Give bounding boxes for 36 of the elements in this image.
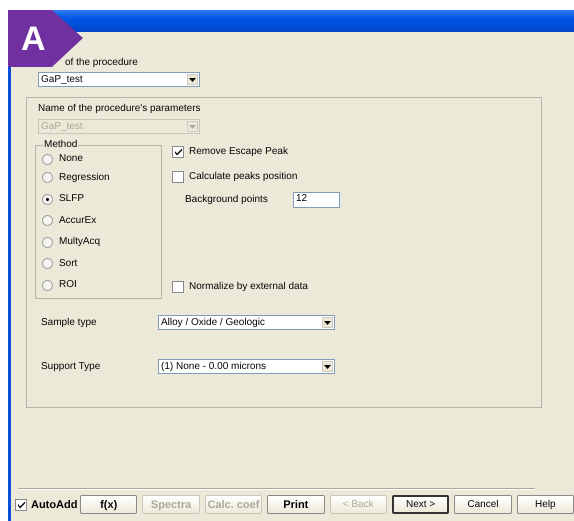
radio-label: AccurEx xyxy=(59,214,96,227)
checkbox[interactable] xyxy=(15,498,27,510)
sample-type-dropdown[interactable]: Alloy / Oxide / Geologic xyxy=(158,315,335,330)
radio-button[interactable] xyxy=(42,236,53,248)
radio-label: MultyAcq xyxy=(59,236,100,248)
radio-button[interactable] xyxy=(42,172,53,184)
radio-label: Sort xyxy=(59,258,78,270)
dialog-button[interactable]: Cancel xyxy=(454,495,512,514)
procedure-dropdown[interactable]: GaP_test xyxy=(38,72,200,87)
checkbox-label: AutoAdd xyxy=(31,498,78,510)
radio-label: None xyxy=(59,153,83,165)
checkbox[interactable] xyxy=(172,280,184,292)
radio-button[interactable] xyxy=(42,215,53,226)
checkbox-label: Remove Escape Peak xyxy=(189,146,288,158)
dialog-button[interactable]: Print xyxy=(267,495,324,514)
field-label: Background points xyxy=(185,194,269,206)
field-label: Sample type xyxy=(40,316,98,328)
radio-label: SLFP xyxy=(59,193,84,206)
dialog-button[interactable]: Help xyxy=(516,495,574,514)
number-field[interactable]: 12 xyxy=(293,192,340,208)
checkbox-label: Normalize by external data xyxy=(189,280,308,292)
dialog-button[interactable]: Next > xyxy=(392,495,450,514)
radio-label: ROI xyxy=(59,279,77,292)
radio-button[interactable] xyxy=(42,154,53,164)
field-label: Name of the procedure's parameters xyxy=(38,103,202,115)
dialog-button[interactable]: f(x) xyxy=(80,495,138,514)
checkbox-label: Calculate peaks position xyxy=(189,170,298,182)
radio-button[interactable] xyxy=(42,280,53,291)
group-legend: Method xyxy=(43,139,78,151)
checkbox[interactable] xyxy=(172,146,184,158)
support-type-dropdown[interactable]: (1) None - 0.00 microns xyxy=(158,359,335,374)
radio-button[interactable] xyxy=(42,194,53,205)
radio-label: Regression xyxy=(59,172,110,184)
field-label: Support Type xyxy=(40,360,102,372)
checkbox[interactable] xyxy=(172,170,184,182)
radio-button[interactable] xyxy=(42,258,53,270)
